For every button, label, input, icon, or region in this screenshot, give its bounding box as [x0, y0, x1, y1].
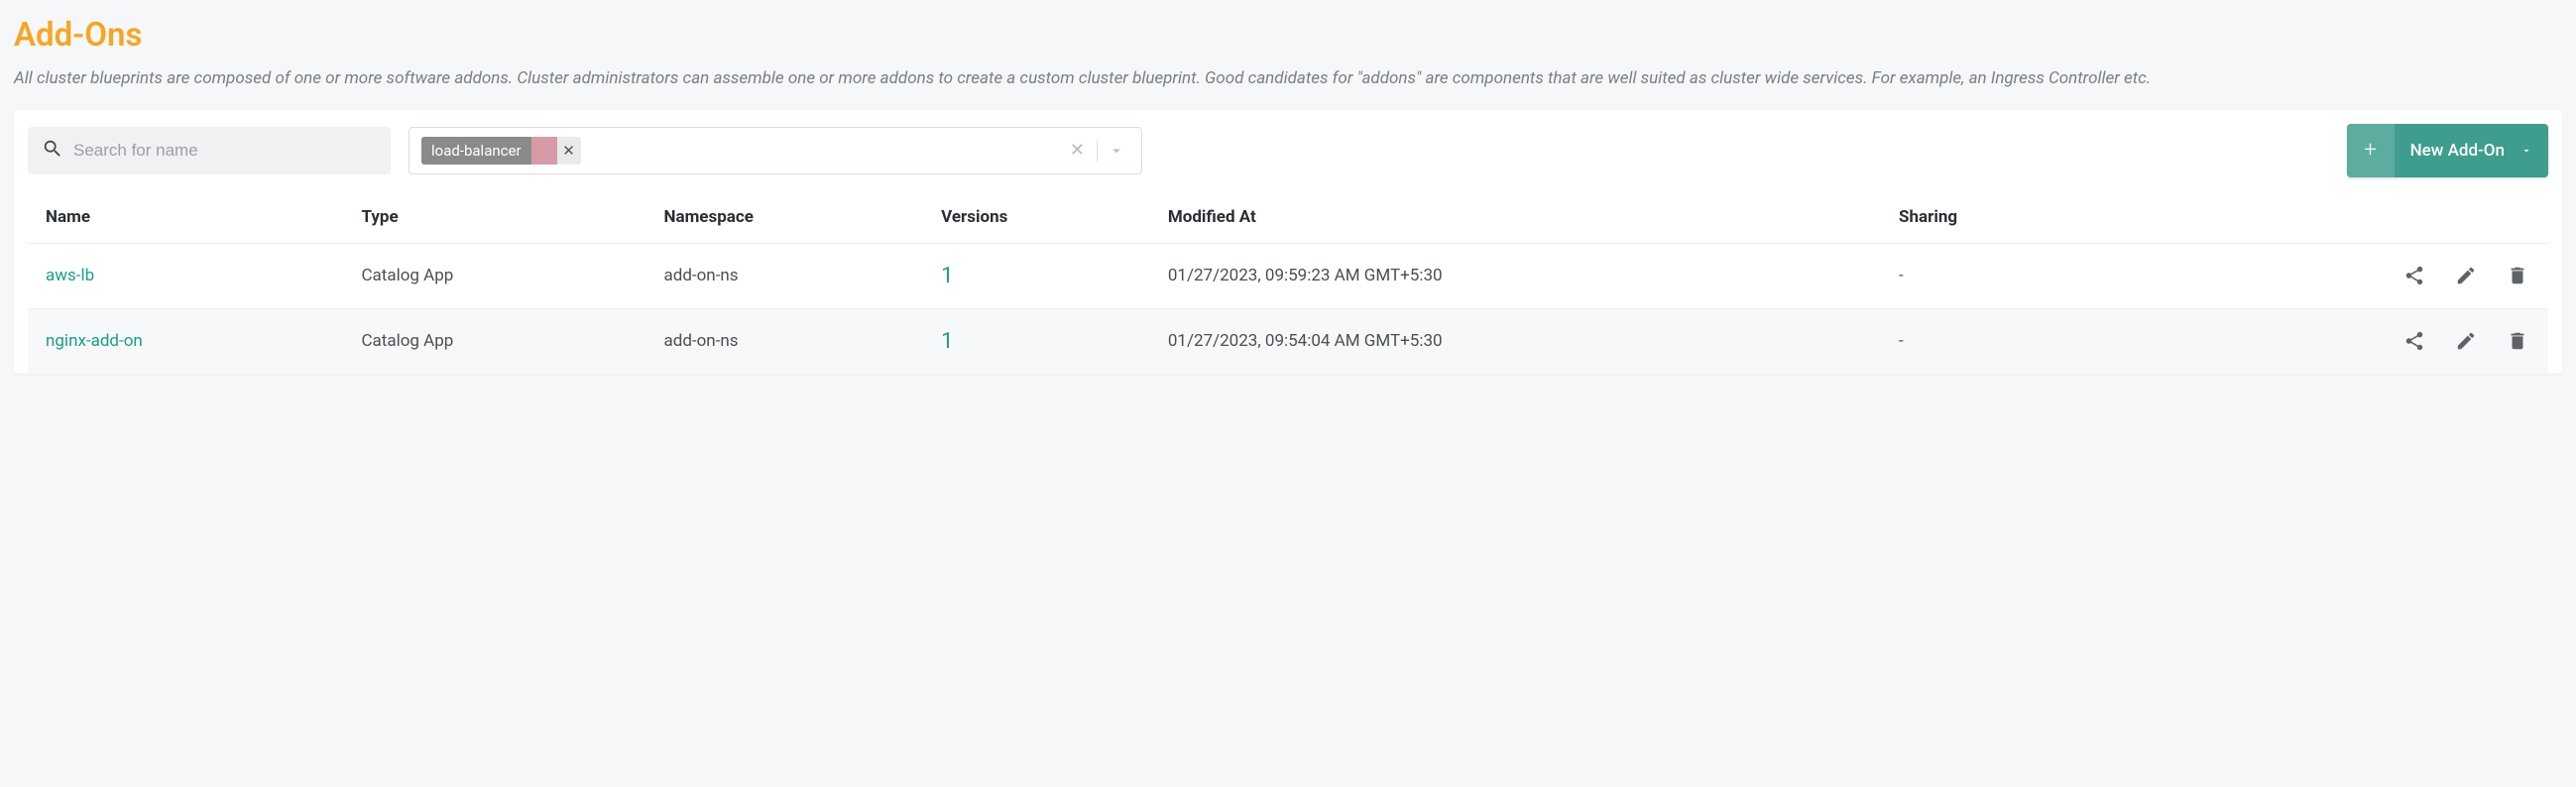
share-icon[interactable]	[2403, 265, 2425, 286]
search-box[interactable]	[28, 127, 391, 174]
column-header-modified[interactable]: Modified At	[1162, 191, 1893, 244]
row-actions	[2195, 243, 2548, 308]
column-header-versions[interactable]: Versions	[935, 191, 1162, 244]
row-namespace: add-on-ns	[657, 308, 935, 374]
column-header-sharing[interactable]: Sharing	[1893, 191, 2195, 244]
new-addon-label: New Add-On	[2395, 124, 2520, 177]
row-namespace: add-on-ns	[657, 243, 935, 308]
filter-controls: ✕	[1062, 138, 1135, 164]
filter-chips: load-balancer ✕	[415, 137, 581, 165]
row-modified: 01/27/2023, 09:54:04 AM GMT+5:30	[1162, 308, 1893, 374]
filter-chip-color	[531, 137, 557, 165]
toolbar: load-balancer ✕ ✕ + New Add-On	[28, 124, 2548, 191]
edit-icon[interactable]	[2455, 330, 2477, 352]
edit-icon[interactable]	[2455, 265, 2477, 286]
new-addon-dropdown-icon[interactable]	[2520, 124, 2548, 177]
filter-box[interactable]: load-balancer ✕ ✕	[409, 127, 1142, 174]
delete-icon[interactable]	[2507, 265, 2528, 286]
row-name[interactable]: aws-lb	[28, 243, 355, 308]
page-title: Add-Ons	[14, 16, 2562, 55]
addons-card: load-balancer ✕ ✕ + New Add-On	[14, 110, 2562, 374]
column-header-actions	[2195, 191, 2548, 244]
row-sharing: -	[1893, 308, 2195, 374]
row-modified: 01/27/2023, 09:59:23 AM GMT+5:30	[1162, 243, 1893, 308]
row-type: Catalog App	[355, 243, 657, 308]
row-name[interactable]: nginx-add-on	[28, 308, 355, 374]
page-description: All cluster blueprints are composed of o…	[14, 66, 2562, 92]
table-row: aws-lb Catalog App add-on-ns 1 01/27/202…	[28, 243, 2548, 308]
filter-clear-icon[interactable]: ✕	[1062, 138, 1093, 164]
share-icon[interactable]	[2403, 330, 2425, 352]
filter-chip: load-balancer ✕	[421, 137, 581, 165]
row-versions[interactable]: 1	[935, 243, 1162, 308]
filter-chip-remove[interactable]: ✕	[557, 137, 581, 165]
new-addon-button[interactable]: + New Add-On	[2347, 124, 2548, 177]
delete-icon[interactable]	[2507, 330, 2528, 352]
row-versions[interactable]: 1	[935, 308, 1162, 374]
column-header-namespace[interactable]: Namespace	[657, 191, 935, 244]
filter-dropdown-icon[interactable]	[1102, 138, 1135, 164]
filter-divider	[1097, 140, 1098, 162]
row-actions	[2195, 308, 2548, 374]
search-icon	[42, 138, 73, 164]
column-header-type[interactable]: Type	[355, 191, 657, 244]
column-header-name[interactable]: Name	[28, 191, 355, 244]
addons-table: Name Type Namespace Versions Modified At…	[28, 191, 2548, 374]
row-sharing: -	[1893, 243, 2195, 308]
row-type: Catalog App	[355, 308, 657, 374]
filter-chip-label: load-balancer	[421, 137, 531, 165]
table-row: nginx-add-on Catalog App add-on-ns 1 01/…	[28, 308, 2548, 374]
search-input[interactable]	[73, 141, 377, 161]
plus-icon: +	[2347, 124, 2395, 177]
